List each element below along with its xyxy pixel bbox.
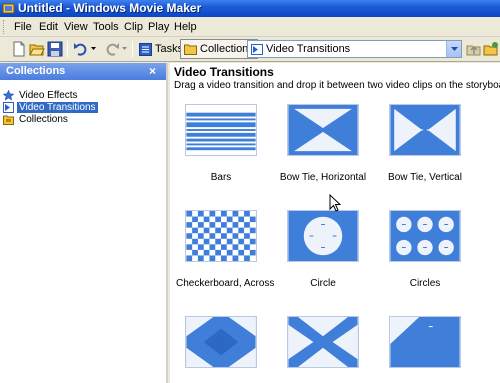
- bow-tie-vertical-thumbnail: [389, 104, 461, 156]
- collections-folder-icon: [3, 115, 14, 125]
- mouse-pointer-icon: [329, 194, 341, 212]
- tile-label: Circle: [310, 278, 336, 289]
- tree-item-label: Video Effects: [19, 89, 78, 101]
- content-pane: Video Transitions Drag a video transitio…: [170, 63, 500, 383]
- tasks-label: Tasks: [155, 43, 184, 55]
- transition-tile-bow-tie-horizontal[interactable]: Bow Tie, Horizontal: [278, 104, 368, 183]
- window-title: Untitled - Windows Movie Maker: [18, 1, 202, 15]
- circle-thumbnail: [287, 210, 359, 262]
- toolbar: Tasks Collections Video Transitions: [0, 37, 500, 62]
- undo-dropdown-icon[interactable]: [91, 47, 96, 51]
- menu-help[interactable]: Help: [174, 21, 197, 33]
- toolbar-separator: [67, 41, 68, 58]
- collections-folder-icon: [184, 44, 197, 55]
- content-title: Video Transitions: [174, 65, 274, 79]
- redo-dropdown-icon[interactable]: [122, 47, 127, 51]
- content-description: Drag a video transition and drop it betw…: [174, 80, 500, 91]
- transition-tile-x[interactable]: [278, 316, 368, 383]
- transition-tile-circles[interactable]: Circles: [380, 210, 470, 289]
- star-icon: [3, 89, 14, 101]
- tree-item-video-transitions[interactable]: Video Transitions: [0, 101, 166, 113]
- combo-value: Video Transitions: [266, 43, 351, 55]
- undo-icon[interactable]: [73, 41, 89, 57]
- tree-item-collections[interactable]: Collections: [0, 113, 166, 125]
- menu-view[interactable]: View: [64, 21, 88, 33]
- menu-play[interactable]: Play: [148, 21, 169, 33]
- tree-item-label: Collections: [19, 113, 68, 125]
- corner-thumbnail: [389, 316, 461, 368]
- menu-grip: [3, 20, 6, 34]
- menu-tools[interactable]: Tools: [93, 21, 119, 33]
- checkerboard-thumbnail: [185, 210, 257, 262]
- tile-label: Bow Tie, Vertical: [388, 172, 462, 183]
- collections-pane: Collections × Video Effects Video Transi…: [0, 63, 168, 383]
- chevron-down-icon: [450, 47, 458, 51]
- menu-clip[interactable]: Clip: [124, 21, 143, 33]
- open-project-icon[interactable]: [29, 41, 45, 57]
- tasks-icon: [139, 42, 152, 56]
- transition-tile-diamond[interactable]: [176, 316, 266, 383]
- collections-pane-header: Collections ×: [0, 63, 166, 80]
- toolbar-separator: [132, 41, 133, 58]
- redo-icon[interactable]: [104, 41, 120, 57]
- circles-thumbnail: [389, 210, 461, 262]
- pane-title: Collections: [6, 65, 66, 77]
- combo-dropdown-button[interactable]: [446, 41, 461, 57]
- transition-tile-corner[interactable]: [380, 316, 470, 383]
- save-project-icon[interactable]: [47, 41, 63, 57]
- transition-tile-circle[interactable]: Circle: [278, 210, 368, 289]
- tile-label: Bow Tie, Horizontal: [279, 172, 367, 183]
- bow-tie-horizontal-thumbnail: [287, 104, 359, 156]
- tile-label: Checkerboard, Across: [176, 278, 275, 289]
- transition-tile-bars[interactable]: Bars: [176, 104, 266, 183]
- transition-tile-bow-tie-vertical[interactable]: Bow Tie, Vertical: [380, 104, 470, 183]
- tasks-button[interactable]: Tasks: [136, 39, 186, 59]
- menu-file[interactable]: File: [14, 21, 32, 33]
- transition-icon: [251, 43, 263, 55]
- collections-view-icon[interactable]: [483, 41, 499, 57]
- title-bar: Untitled - Windows Movie Maker: [0, 0, 500, 17]
- x-thumbnail: [287, 316, 359, 368]
- up-level-icon[interactable]: [466, 41, 482, 57]
- transition-icon: [3, 101, 14, 113]
- bars-thumbnail: [185, 104, 257, 156]
- diamond-thumbnail: [185, 316, 257, 368]
- collections-combo[interactable]: Video Transitions: [247, 40, 462, 58]
- collections-label: Collections: [200, 43, 254, 55]
- movie-maker-icon: [2, 3, 15, 14]
- tile-label: Bars: [210, 172, 232, 183]
- tree-item-label: Video Transitions: [17, 101, 98, 113]
- transition-tile-checkerboard-across[interactable]: Checkerboard, Across: [176, 210, 275, 289]
- close-icon[interactable]: ×: [149, 64, 156, 78]
- menu-edit[interactable]: Edit: [39, 21, 58, 33]
- tree-item-video-effects[interactable]: Video Effects: [0, 89, 166, 101]
- new-project-icon[interactable]: [11, 41, 27, 57]
- tile-label: Circles: [409, 278, 441, 289]
- menu-bar: File Edit View Tools Clip Play Help: [0, 17, 500, 37]
